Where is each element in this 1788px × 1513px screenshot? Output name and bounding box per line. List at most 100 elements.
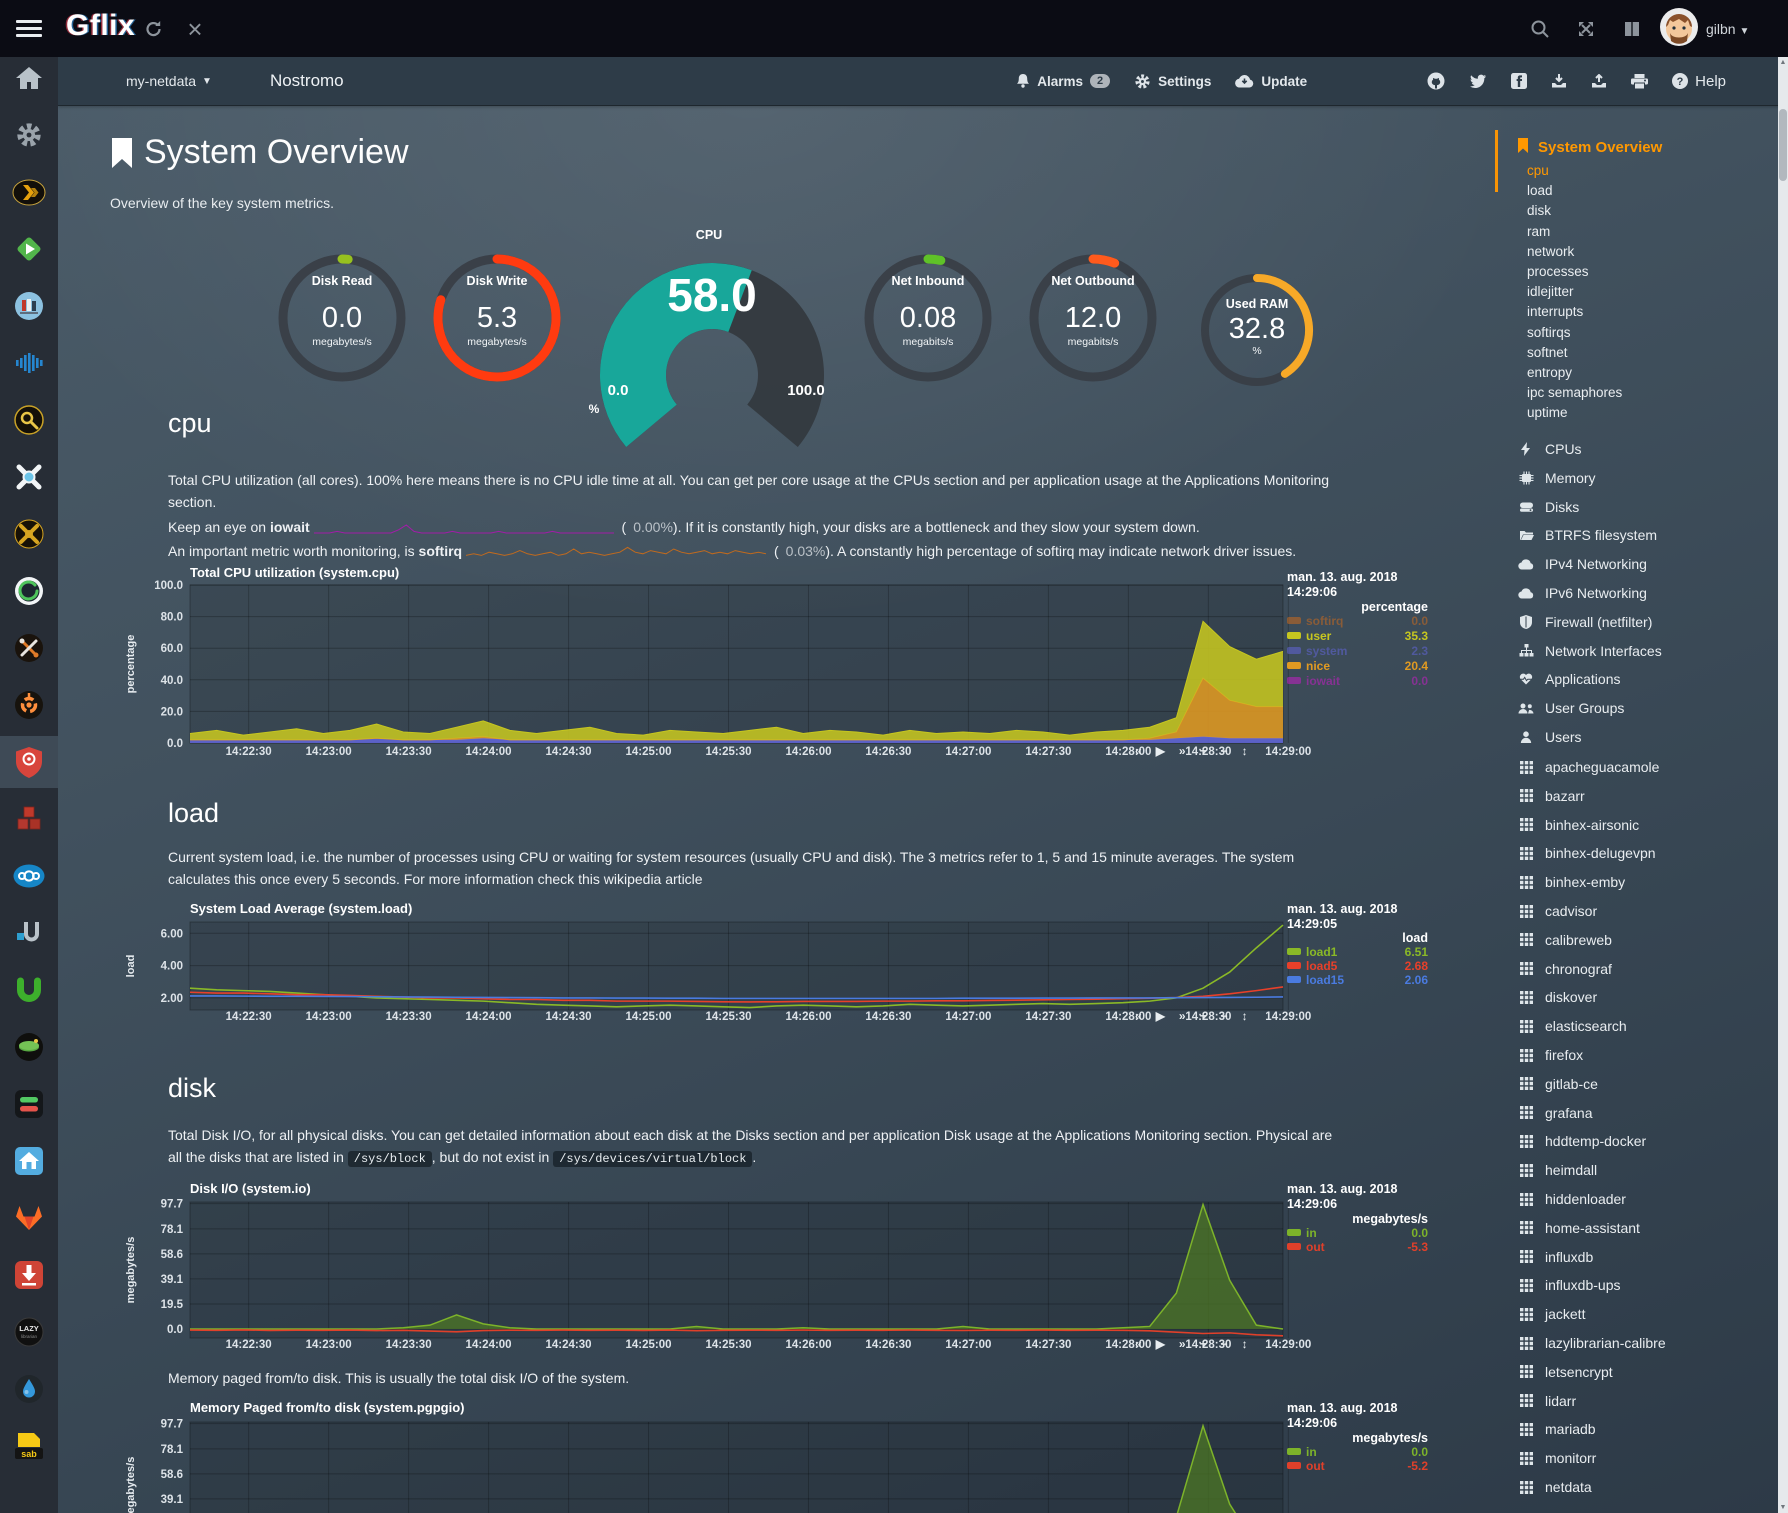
resize-handle[interactable]: ↕: [1242, 1009, 1248, 1023]
menu-app-grafana[interactable]: grafana: [1518, 1105, 1592, 1121]
menu-app-firefox[interactable]: firefox: [1518, 1047, 1583, 1063]
unifi-app-icon[interactable]: [0, 907, 58, 959]
pan-forward-button[interactable]: »: [1179, 1009, 1186, 1023]
menu-app-chronograf[interactable]: chronograf: [1518, 961, 1612, 977]
gauge-cpu[interactable]: CPU58.00.0100.0%: [589, 228, 825, 447]
menu-app-jackett[interactable]: jackett: [1518, 1306, 1585, 1322]
menu-app-elasticsearch[interactable]: elasticsearch: [1518, 1018, 1627, 1034]
menu-sub-network[interactable]: network: [1527, 244, 1574, 264]
bazarr-app-icon[interactable]: [0, 793, 58, 845]
gauge-net-outbound[interactable]: Net Outbound12.0megabits/s: [1034, 259, 1152, 377]
monitorr-app-icon[interactable]: [0, 1078, 58, 1130]
update-button[interactable]: Update: [1235, 74, 1307, 89]
menu-sub-interrupts[interactable]: interrupts: [1527, 304, 1583, 324]
menu-sub-uptime[interactable]: uptime: [1527, 405, 1568, 425]
menu-sub-ipc-semaphores[interactable]: ipc semaphores: [1527, 385, 1622, 405]
alarms-button[interactable]: Alarms2: [1016, 74, 1110, 89]
gauge-disk-write[interactable]: Disk Write5.3megabytes/s: [438, 259, 556, 377]
menu-app-cadvisor[interactable]: cadvisor: [1518, 903, 1597, 919]
utilities-app-icon[interactable]: [0, 622, 58, 674]
username-menu[interactable]: gilbn ▼: [1706, 21, 1749, 37]
legend-load5[interactable]: load52.68: [1287, 959, 1428, 973]
zoom-in-button[interactable]: +: [1200, 744, 1207, 758]
hostname-label[interactable]: Nostromo: [270, 71, 344, 91]
legend-in[interactable]: in0.0: [1287, 1445, 1428, 1459]
scroll-thumb[interactable]: [1779, 109, 1787, 181]
menu-app-calibreweb[interactable]: calibreweb: [1518, 932, 1612, 948]
menu-app-diskover[interactable]: diskover: [1518, 989, 1597, 1005]
menu-sub-idlejitter[interactable]: idlejitter: [1527, 284, 1574, 304]
pihole-app-icon[interactable]: [0, 1021, 58, 1073]
menu-section-system-overview[interactable]: System Overview: [1517, 138, 1662, 157]
app-logo[interactable]: Gflix: [66, 9, 135, 43]
resize-handle[interactable]: ↕: [1242, 744, 1248, 758]
heimdall-app-icon[interactable]: [0, 1135, 58, 1187]
menu-sub-softnet[interactable]: softnet: [1527, 345, 1568, 365]
pan-forward-button[interactable]: »: [1179, 744, 1186, 758]
untangle-app-icon[interactable]: [0, 964, 58, 1016]
menu-sub-cpu[interactable]: cpu: [1527, 163, 1549, 183]
lazylibrarian-app-icon[interactable]: LAZYlibrarian: [0, 1306, 58, 1358]
legend-out[interactable]: out-5.3: [1287, 1240, 1428, 1254]
legend-iowait[interactable]: iowait0.0: [1287, 674, 1428, 688]
gauge-disk-read[interactable]: Disk Read0.0megabytes/s: [283, 259, 401, 377]
fullscreen-icon[interactable]: [1574, 17, 1598, 41]
menu-app-monitorr[interactable]: monitorr: [1518, 1450, 1596, 1466]
export-snapshot-icon[interactable]: [1591, 74, 1607, 89]
pan-forward-button[interactable]: »: [1179, 1337, 1186, 1351]
help-button[interactable]: ? Help: [1672, 73, 1726, 90]
import-snapshot-icon[interactable]: [1551, 74, 1567, 89]
menu-app-home-assistant[interactable]: home-assistant: [1518, 1220, 1640, 1236]
play-button[interactable]: ▶: [1156, 1337, 1165, 1351]
youtube-dl-app-icon[interactable]: [0, 1249, 58, 1301]
twitter-icon[interactable]: [1469, 74, 1487, 89]
chart-system.io[interactable]: 14:22:3014:23:0014:23:3014:24:0014:24:30…: [120, 1180, 1432, 1375]
facebook-icon[interactable]: [1511, 73, 1527, 89]
menu-item-cpus[interactable]: CPUs: [1518, 441, 1582, 457]
menu-app-netdata[interactable]: netdata: [1518, 1479, 1592, 1495]
github-icon[interactable]: [1427, 72, 1445, 90]
pan-backward-button[interactable]: «: [1135, 1009, 1142, 1023]
server-dropdown[interactable]: my-netdata▼: [126, 73, 212, 89]
hamburger-menu-icon[interactable]: [16, 20, 42, 37]
netdata-app-icon[interactable]: [0, 736, 58, 788]
menu-sub-processes[interactable]: processes: [1527, 264, 1589, 284]
gauge-used-ram[interactable]: Used RAM32.8%: [1205, 278, 1309, 382]
play-button[interactable]: ▶: [1156, 744, 1165, 758]
menu-app-binhex-airsonic[interactable]: binhex-airsonic: [1518, 817, 1639, 833]
emby-app-icon[interactable]: [0, 223, 58, 275]
calibre-app-icon[interactable]: [0, 280, 58, 332]
menu-app-binhex-delugevpn[interactable]: binhex-delugevpn: [1518, 845, 1656, 861]
plex-app-icon[interactable]: [0, 166, 58, 218]
menu-item-ipv4-networking[interactable]: IPv4 Networking: [1518, 556, 1647, 572]
scroll-up-arrow[interactable]: ▲: [1778, 59, 1788, 66]
menu-sub-disk[interactable]: disk: [1527, 203, 1551, 223]
menu-app-apacheguacamole[interactable]: apacheguacamole: [1518, 759, 1659, 775]
legend-nice[interactable]: nice20.4: [1287, 659, 1428, 673]
home-icon[interactable]: [0, 52, 58, 104]
menu-item-applications[interactable]: Applications: [1518, 671, 1621, 687]
deluge-app-icon[interactable]: [0, 1363, 58, 1415]
zoom-in-button[interactable]: +: [1200, 1337, 1207, 1351]
menu-app-heimdall[interactable]: heimdall: [1518, 1162, 1597, 1178]
zoom-in-button[interactable]: +: [1200, 1009, 1207, 1023]
app-x-yellow-app-icon[interactable]: [0, 508, 58, 560]
legend-user[interactable]: user35.3: [1287, 629, 1428, 643]
chart-system.load[interactable]: 14:22:3014:23:0014:23:3014:24:0014:24:30…: [120, 898, 1432, 1043]
menu-app-letsencrypt[interactable]: letsencrypt: [1518, 1364, 1613, 1380]
menu-sub-load[interactable]: load: [1527, 183, 1553, 203]
menu-item-firewall-netfilter-[interactable]: Firewall (netfilter): [1518, 614, 1652, 630]
scroll-down-arrow[interactable]: ▼: [1778, 1504, 1788, 1511]
resize-handle[interactable]: ↕: [1242, 1337, 1248, 1351]
pan-backward-button[interactable]: «: [1135, 1337, 1142, 1351]
jackett-app-icon[interactable]: [0, 394, 58, 446]
menu-app-lazylibrarian-calibre[interactable]: lazylibrarian-calibre: [1518, 1335, 1666, 1351]
menu-item-memory[interactable]: Memory: [1518, 470, 1596, 486]
airsonic-app-icon[interactable]: [0, 337, 58, 389]
menu-app-influxdb[interactable]: influxdb: [1518, 1249, 1593, 1265]
app-x-blue-app-icon[interactable]: [0, 451, 58, 503]
settings-icon[interactable]: [0, 109, 58, 161]
legend-softirq[interactable]: softirq0.0: [1287, 614, 1428, 628]
menu-sub-softirqs[interactable]: softirqs: [1527, 325, 1571, 345]
legend-load15[interactable]: load152.06: [1287, 973, 1428, 987]
